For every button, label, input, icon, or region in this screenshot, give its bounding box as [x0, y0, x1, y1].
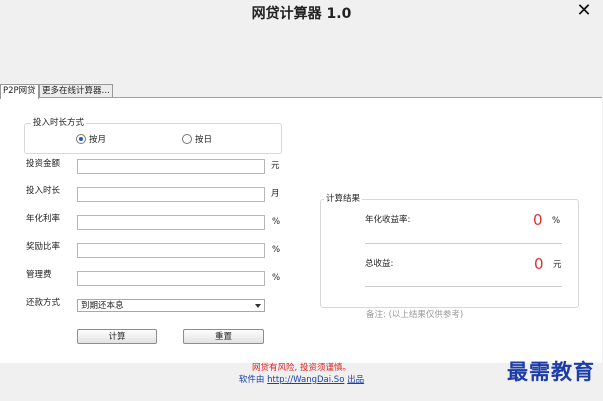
chevron-down-icon [255, 304, 261, 308]
invest-period-group: 投入时长方式 按月 按日 [24, 117, 282, 154]
total-value: 0 [534, 255, 544, 273]
invest-period-group-label: 投入时长方式 [31, 117, 87, 129]
yield-label: 年化收益率: [365, 215, 411, 225]
period-input[interactable] [77, 187, 265, 202]
rate-unit: % [272, 217, 281, 227]
total-label: 总收益: [365, 259, 394, 269]
bonus-label: 奖励比率 [26, 242, 61, 252]
watermark-logo: 最需教育 [507, 359, 595, 384]
bonus-unit: % [272, 245, 281, 255]
total-unit: 元 [553, 260, 562, 270]
tab-more-calculators[interactable]: 更多在线计算器… [39, 84, 114, 98]
title-bar: 网贷计算器 1.0 ✕ [0, 0, 603, 84]
radio-by-day-label: 按日 [195, 135, 213, 145]
credit-link[interactable]: http://WangDai.So [267, 375, 344, 385]
period-label: 投入时长 [26, 186, 61, 196]
yield-value: 0 [533, 211, 543, 229]
reset-button[interactable]: 重置 [183, 329, 264, 344]
amount-input[interactable] [77, 159, 265, 174]
credit-suffix: 出品 [347, 375, 365, 385]
radio-by-month[interactable]: 按月 [76, 133, 106, 145]
radio-by-month-label: 按月 [89, 135, 107, 145]
radio-by-day[interactable]: 按日 [182, 133, 212, 145]
results-group: 计算结果 年化收益率: 0 % 总收益: 0 元 [320, 193, 579, 308]
yield-divider [365, 243, 562, 244]
rate-label: 年化利率 [26, 214, 61, 224]
results-group-label: 计算结果 [324, 193, 363, 205]
fee-label: 管理费 [26, 270, 52, 280]
radio-checked-icon [76, 134, 86, 144]
result-note: 备注: (以上结果仅供参考) [366, 310, 464, 320]
total-divider [365, 286, 562, 287]
repay-select[interactable]: 到期还本息 [77, 299, 265, 312]
fee-unit: % [272, 273, 281, 283]
close-icon[interactable]: ✕ [574, 1, 594, 21]
radio-unchecked-icon [182, 134, 192, 144]
tab-p2p[interactable]: P2P网贷 [0, 84, 39, 99]
credit-prefix: 软件由 [238, 375, 265, 385]
rate-input[interactable] [77, 215, 265, 230]
bonus-input[interactable] [77, 243, 265, 258]
repay-label: 还款方式 [26, 298, 61, 308]
amount-label: 投资金额 [26, 159, 61, 169]
yield-unit: % [552, 216, 561, 226]
window-title: 网贷计算器 1.0 [251, 6, 352, 22]
repay-select-value: 到期还本息 [81, 301, 124, 311]
amount-unit: 元 [271, 161, 280, 171]
fee-input[interactable] [77, 271, 265, 286]
period-unit: 月 [271, 189, 280, 199]
calculate-button[interactable]: 计算 [77, 329, 157, 344]
main-panel: 投入时长方式 按月 按日 投资金额 元 投入时长 月 年化利率 % 奖励比率 %… [0, 97, 602, 363]
